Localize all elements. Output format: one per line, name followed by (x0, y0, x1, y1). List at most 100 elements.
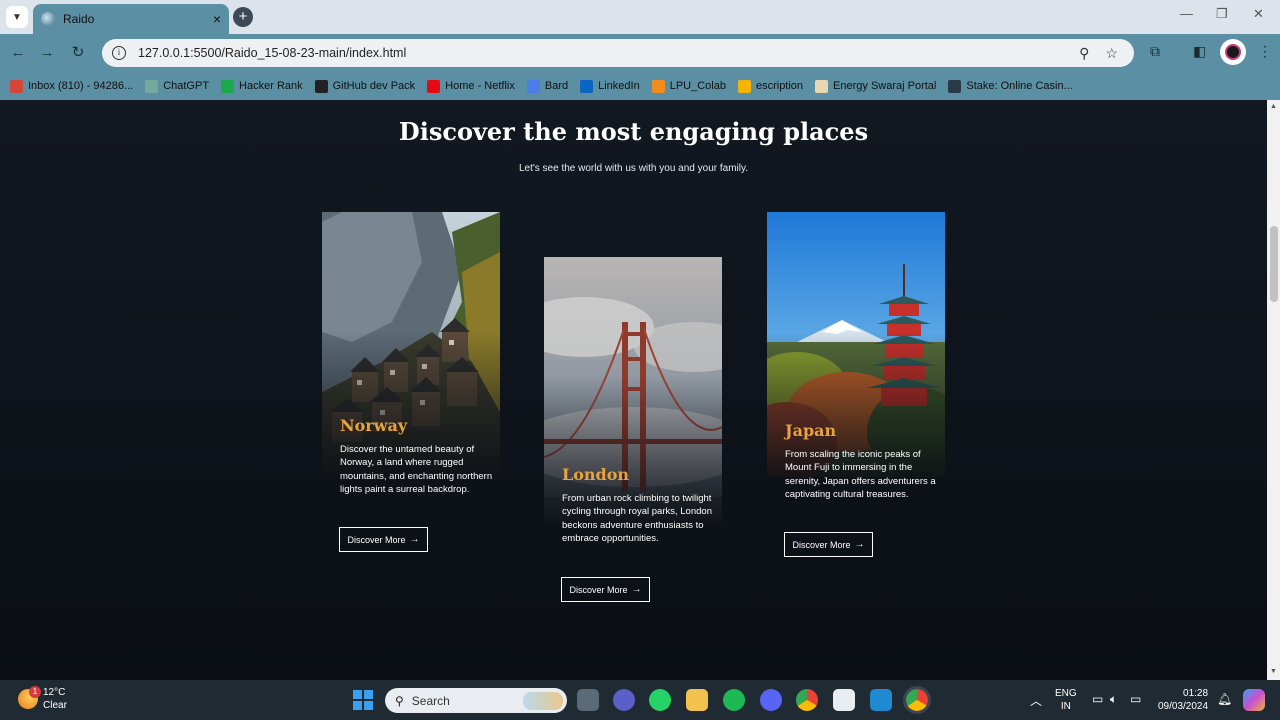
weather-desc: Clear (43, 700, 67, 711)
new-tab-button[interactable]: + (233, 7, 253, 27)
minimize-icon[interactable]: — (1180, 6, 1193, 21)
battery-icon[interactable]: ▭ (1130, 692, 1141, 706)
bookmark-label: LinkedIn (598, 80, 640, 92)
menu-kebab-icon[interactable]: ⋮ (1258, 43, 1272, 60)
scroll-up-icon[interactable]: ▲ (1270, 103, 1277, 110)
chrome-icon[interactable] (796, 689, 818, 711)
taskbar-search[interactable]: ⚲ Search (385, 688, 567, 713)
tab-close-icon[interactable]: × (213, 11, 221, 27)
search-icon: ⚲ (395, 693, 404, 708)
bookmark-item[interactable]: Stake: Online Casin... (948, 79, 1073, 93)
discover-more-button[interactable]: Discover More → (561, 577, 650, 602)
lang-top: ENG (1055, 688, 1077, 699)
bookmark-label: ChatGPT (163, 80, 210, 92)
profile-avatar[interactable] (1220, 39, 1246, 65)
button-label: Discover More (347, 534, 406, 545)
bookmark-favicon-icon (427, 79, 441, 93)
bookmark-item[interactable]: Hacker Rank (221, 79, 303, 93)
bookmark-favicon-icon (815, 79, 829, 93)
windows-taskbar: 1 12°C Clear ⚲ Search ︿ ENG IN ▭ 🔈︎ ▭ 01… (0, 680, 1280, 720)
reload-icon[interactable]: ↻ (68, 43, 88, 63)
browser-tab[interactable]: Raido × (33, 4, 229, 34)
weather-temp: 12°C (43, 687, 66, 698)
back-icon[interactable]: ← (8, 43, 28, 63)
bookmark-item[interactable]: Bard (526, 79, 568, 93)
spotify-icon[interactable] (723, 689, 745, 711)
discover-more-button[interactable]: Discover More → (339, 527, 428, 552)
tab-title: Raido (63, 12, 95, 26)
button-label: Discover More (569, 584, 628, 595)
card-description: From scaling the iconic peaks of Mount F… (785, 449, 936, 501)
bookmark-star-icon[interactable]: ☆ (1105, 45, 1118, 62)
start-menu-icon[interactable] (353, 690, 373, 710)
bookmark-label: escription (755, 80, 804, 92)
scroll-down-icon[interactable]: ▼ (1270, 668, 1277, 675)
section-subheading: Let's see the world with us with you and… (518, 163, 749, 174)
bookmark-favicon-icon (580, 79, 594, 93)
address-bar[interactable]: i 127.0.0.1:5500/Raido_15-08-23-main/ind… (102, 39, 1134, 67)
discover-more-button[interactable]: Discover More → (784, 532, 873, 557)
arrow-right-icon: → (631, 584, 642, 595)
bookmark-favicon-icon (221, 79, 235, 93)
task-view-icon[interactable] (577, 689, 599, 711)
norway-image (322, 212, 500, 477)
bookmark-item[interactable]: Inbox (810) - 94286... (10, 79, 134, 93)
notepad-icon[interactable] (833, 689, 855, 711)
bookmark-item[interactable]: Home - Netflix (427, 79, 515, 93)
bookmark-label: Home - Netflix (445, 80, 515, 92)
bookmark-favicon-icon (651, 79, 665, 93)
language-indicator[interactable]: ENG IN (1055, 687, 1077, 713)
extensions-icon[interactable]: ⧉ (1150, 43, 1160, 60)
bookmark-favicon-icon (145, 79, 159, 93)
bookmark-label: LPU_Colab (669, 80, 726, 92)
bookmark-item[interactable]: Energy Swaraj Portal (815, 79, 936, 93)
whatsapp-icon[interactable] (649, 689, 671, 711)
zoom-icon[interactable]: ⚲ (1079, 45, 1089, 62)
button-label: Discover More (792, 539, 851, 550)
bookmark-favicon-icon (10, 79, 23, 93)
bookmark-item[interactable]: ChatGPT (145, 79, 210, 93)
chrome-active-icon[interactable] (903, 686, 931, 714)
card-title: Japan (785, 421, 837, 440)
clock[interactable]: 01:28 09/03/2024 (1158, 687, 1208, 713)
notifications-bell-icon[interactable]: 🔔︎ (1217, 692, 1232, 706)
weather-widget[interactable]: 1 12°C Clear (18, 686, 67, 712)
lang-bottom: IN (1060, 701, 1071, 712)
copilot-icon[interactable] (1243, 689, 1265, 711)
clock-time: 01:28 (1183, 688, 1209, 699)
section-heading: Discover the most engaging places (398, 117, 869, 146)
bookmark-label: Stake: Online Casin... (966, 80, 1073, 92)
close-window-icon[interactable]: ✕ (1253, 6, 1264, 22)
side-panel-icon[interactable]: ◧ (1193, 43, 1206, 60)
bookmark-item[interactable]: escription (737, 79, 804, 93)
tab-search-menu-icon[interactable]: ▼ (6, 6, 28, 28)
bookmarks-bar: Inbox (810) - 94286... ChatGPT Hacker Rank… (0, 72, 1280, 100)
bookmark-label: GitHub dev Pack (332, 80, 416, 92)
bookmark-label: Hacker Rank (239, 80, 303, 92)
page-scrollbar[interactable]: ▲ ▼ (1267, 100, 1280, 680)
bookmark-favicon-icon (737, 79, 751, 93)
site-info-icon[interactable]: i (112, 46, 126, 60)
vscode-icon[interactable] (870, 689, 892, 711)
bookmark-favicon-icon (314, 79, 328, 93)
volume-icon[interactable]: 🔈︎ (1110, 692, 1117, 707)
page-content: Discover the most engaging places Let's … (0, 100, 1267, 680)
scrollbar-thumb[interactable] (1270, 226, 1278, 302)
network-icon[interactable]: ▭ (1092, 692, 1103, 706)
weather-icon: 1 (18, 686, 41, 709)
teams-icon[interactable] (613, 689, 635, 711)
forward-icon[interactable]: → (37, 43, 57, 63)
file-explorer-icon[interactable] (686, 689, 708, 711)
bookmark-label: Inbox (810) - 94286... (28, 80, 134, 92)
bookmark-item[interactable]: LPU_Colab (651, 79, 726, 93)
maximize-icon[interactable]: ❐ (1216, 6, 1228, 22)
browser-tab-bar: ▼ Raido × + — ❐ ✕ (0, 0, 1280, 34)
discord-icon[interactable] (760, 689, 782, 711)
browser-toolbar: ← → ↻ i 127.0.0.1:5500/Raido_15-08-23-ma… (0, 34, 1280, 72)
card-description: From urban rock climbing to twilight cyc… (562, 493, 712, 545)
search-placeholder: Search (411, 693, 450, 708)
bookmark-item[interactable]: GitHub dev Pack (314, 79, 416, 93)
show-hidden-icons[interactable]: ︿ (1030, 692, 1042, 709)
url-text[interactable]: 127.0.0.1:5500/Raido_15-08-23-main/index… (138, 46, 1079, 60)
bookmark-item[interactable]: LinkedIn (580, 79, 640, 93)
